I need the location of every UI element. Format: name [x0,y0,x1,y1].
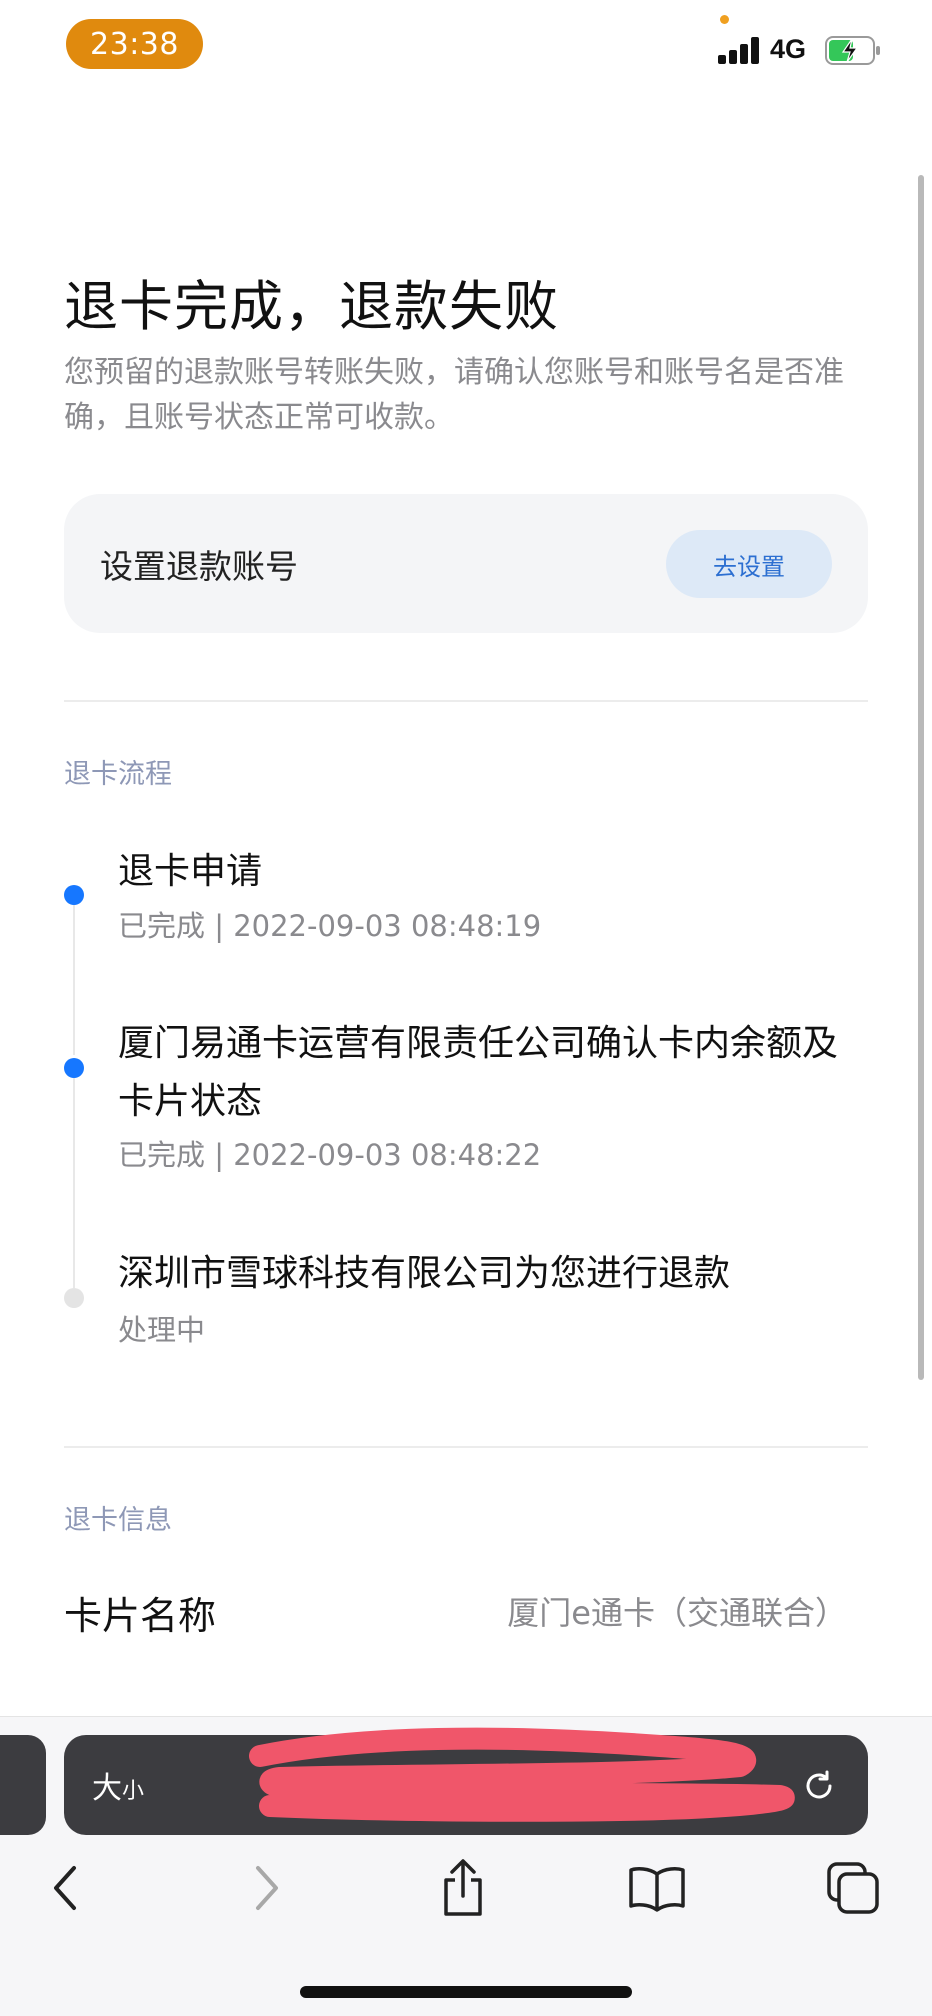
share-button[interactable] [428,1838,498,1938]
bookmarks-button[interactable] [622,1838,692,1938]
timeline-connector [73,905,75,1055]
refund-account-label: 设置退款账号 [100,547,298,586]
forward-button[interactable] [232,1838,302,1938]
page-title: 退卡完成，退款失败 [64,275,559,338]
text-size-button[interactable]: 大小 [92,1763,144,1807]
tabs-icon [827,1862,879,1914]
forward-icon [256,1866,278,1910]
timeline-dot-done [64,885,84,905]
refund-account-card: 设置退款账号 去设置 [64,494,868,633]
step-title: 深圳市雪球科技有限公司为您进行退款 [118,1253,731,1294]
card-info-section-label: 退卡信息 [64,1505,172,1536]
scrollbar[interactable] [918,175,924,1380]
text-size-label: 大 [92,1771,122,1806]
text-size-small-label: 小 [122,1779,145,1804]
divider [64,1446,868,1448]
privacy-indicator-dot [720,15,729,24]
back-button[interactable] [30,1838,100,1938]
home-indicator[interactable] [300,1986,632,1998]
share-icon [444,1859,482,1916]
go-setup-button[interactable]: 去设置 [666,530,832,598]
network-type: 4G [770,34,807,64]
browser-toolbar [0,1838,932,1938]
timeline-connector [73,1078,75,1288]
step-status: 处理中 [118,1313,206,1347]
signal-icon [718,36,762,64]
timeline-dot-pending [64,1288,84,1308]
reload-icon[interactable] [800,1767,838,1805]
back-icon [54,1866,76,1910]
step-title: 厦门易通卡运营有限责任公司确认卡内余额及卡片状态 [118,1023,839,1122]
battery-charging-icon [825,36,880,65]
timeline-dot-done [64,1058,84,1078]
divider [64,700,868,702]
step-status: 已完成 | 2022-09-03 08:48:19 [118,909,542,943]
step-title: 退卡申请 [118,851,263,892]
redaction-scribble [249,1727,795,1822]
process-section-label: 退卡流程 [64,759,172,790]
card-name-label: 卡片名称 [64,1594,217,1638]
tabs-button[interactable] [818,1838,888,1938]
bookmarks-icon [629,1867,685,1912]
status-time: 23:38 [66,19,203,69]
previous-tab-edge[interactable] [0,1735,46,1835]
step-status: 已完成 | 2022-09-03 08:48:22 [118,1138,542,1172]
page-description: 您预留的退款账号转账失败，请确认您账号和账号名是否准确，且账号状态正常可收款。 [64,355,844,435]
card-name-value: 厦门e通卡（交通联合） [507,1594,847,1632]
status-bar: 23:38 4G [0,0,932,90]
